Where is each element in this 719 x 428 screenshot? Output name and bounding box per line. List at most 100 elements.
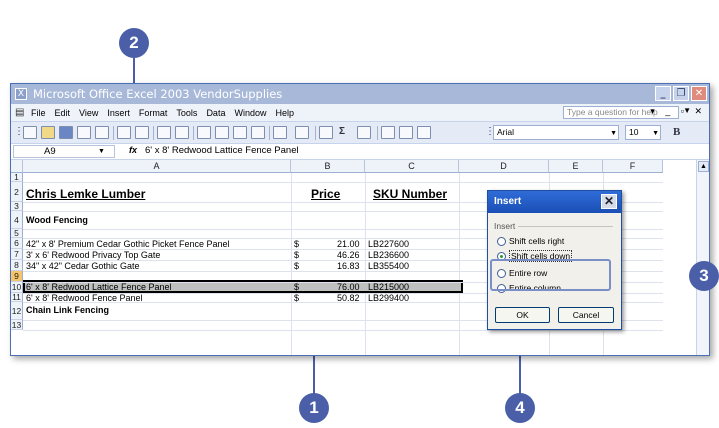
column-header-e[interactable]: E xyxy=(549,160,603,173)
save-icon[interactable] xyxy=(59,126,73,139)
close-button[interactable]: ✕ xyxy=(691,86,707,101)
column-header-b[interactable]: B xyxy=(291,160,365,173)
row-header[interactable]: 2 xyxy=(11,182,23,202)
scroll-up-icon[interactable]: ▲ xyxy=(698,161,709,172)
company-name-cell[interactable]: Chris Lemke Lumber xyxy=(26,187,145,201)
row-header[interactable]: 4 xyxy=(11,211,23,229)
toolbar-separator xyxy=(377,126,378,140)
product-cell[interactable]: 3' x 6' Redwood Privacy Top Gate xyxy=(26,250,160,260)
currency-cell[interactable]: $ xyxy=(294,282,299,292)
sku-cell[interactable]: LB236600 xyxy=(368,250,409,260)
paste-icon[interactable] xyxy=(233,126,247,139)
font-size-select[interactable]: 10 ▼ xyxy=(625,125,661,140)
menu-tools[interactable]: Tools xyxy=(176,108,197,118)
title-bar: X Microsoft Office Excel 2003 VendorSupp… xyxy=(11,84,709,104)
sku-cell[interactable]: LB215000 xyxy=(368,282,409,292)
price-cell[interactable]: 21.00 xyxy=(337,239,360,249)
menu-edit[interactable]: Edit xyxy=(55,108,71,118)
help-icon[interactable] xyxy=(417,126,431,139)
price-header-cell[interactable]: Price xyxy=(311,187,340,201)
print-preview-icon[interactable] xyxy=(135,126,149,139)
row-header-selected[interactable]: 9 xyxy=(11,271,23,282)
toolbar-separator xyxy=(153,126,154,140)
name-box[interactable]: A9 ▼ xyxy=(13,145,115,158)
menu-help[interactable]: Help xyxy=(275,108,294,118)
radio-icon[interactable] xyxy=(497,236,506,246)
row-header[interactable]: 12 xyxy=(11,302,23,320)
chart-wizard-icon[interactable] xyxy=(381,126,395,139)
chevron-down-icon[interactable]: ▼ xyxy=(610,127,617,140)
new-icon[interactable] xyxy=(23,126,37,139)
open-icon[interactable] xyxy=(41,126,55,139)
autosum-icon[interactable]: Σ xyxy=(339,126,345,137)
email-icon[interactable] xyxy=(95,126,109,139)
menu-format[interactable]: Format xyxy=(139,108,168,118)
sku-cell[interactable]: LB299400 xyxy=(368,293,409,303)
row-header[interactable]: 11 xyxy=(11,293,23,302)
sku-header-cell[interactable]: SKU Number xyxy=(373,187,447,201)
font-name-select[interactable]: Arial ▼ xyxy=(493,125,619,140)
insert-function-icon[interactable]: fx xyxy=(129,145,137,155)
row-header[interactable]: 8 xyxy=(11,260,23,271)
drawing-icon[interactable] xyxy=(399,126,413,139)
option-label: Shift cells right xyxy=(509,236,565,246)
currency-cell[interactable]: $ xyxy=(294,261,299,271)
price-cell[interactable]: 76.00 xyxy=(337,282,360,292)
product-cell[interactable]: 34" x 42" Cedar Gothic Gate xyxy=(26,261,139,271)
restore-button[interactable]: ❐ xyxy=(673,86,689,101)
research-icon[interactable] xyxy=(175,126,189,139)
workbook-controls[interactable]: ▾ _ ▫ ✕ xyxy=(650,106,706,117)
row-header[interactable]: 7 xyxy=(11,249,23,260)
price-cell[interactable]: 16.83 xyxy=(337,261,360,271)
column-header-d[interactable]: D xyxy=(459,160,549,173)
row-header[interactable]: 13 xyxy=(11,320,23,330)
row-header[interactable]: 3 xyxy=(11,202,23,211)
section-heading-cell[interactable]: Wood Fencing xyxy=(26,215,88,225)
product-cell-selected[interactable]: 6' x 8' Redwood Lattice Fence Panel xyxy=(26,282,172,292)
currency-cell[interactable]: $ xyxy=(294,250,299,260)
sku-cell[interactable]: LB355400 xyxy=(368,261,409,271)
standard-toolbar: ⋮ Σ ⋮ Arial ▼ 10 ▼ B xyxy=(11,122,709,144)
menu-window[interactable]: Window xyxy=(234,108,266,118)
vertical-scrollbar[interactable]: ▲ xyxy=(696,160,709,355)
price-cell[interactable]: 46.26 xyxy=(337,250,360,260)
sort-ascending-icon[interactable] xyxy=(357,126,371,139)
ok-button[interactable]: OK xyxy=(495,307,550,323)
dialog-close-button[interactable]: ✕ xyxy=(601,194,617,209)
currency-cell[interactable]: $ xyxy=(294,239,299,249)
price-cell[interactable]: 50.82 xyxy=(337,293,360,303)
section-heading-cell[interactable]: Chain Link Fencing xyxy=(26,305,109,315)
sku-cell[interactable]: LB227600 xyxy=(368,239,409,249)
print-icon[interactable] xyxy=(117,126,131,139)
row-header[interactable]: 5 xyxy=(11,229,23,238)
spelling-icon[interactable] xyxy=(157,126,171,139)
menu-file[interactable]: File xyxy=(31,108,46,118)
column-header-a[interactable]: A xyxy=(23,160,291,173)
shift-cells-right-option[interactable]: Shift cells right xyxy=(497,236,564,246)
currency-cell[interactable]: $ xyxy=(294,293,299,303)
hyperlink-icon[interactable] xyxy=(319,126,333,139)
row-header[interactable]: 1 xyxy=(11,173,23,182)
cancel-button[interactable]: Cancel xyxy=(558,307,614,323)
permission-icon[interactable] xyxy=(77,126,91,139)
undo-icon[interactable] xyxy=(273,126,287,139)
column-header-f[interactable]: F xyxy=(603,160,663,173)
product-cell[interactable]: 6' x 8' Redwood Fence Panel xyxy=(26,293,143,303)
copy-icon[interactable] xyxy=(215,126,229,139)
menu-insert[interactable]: Insert xyxy=(107,108,130,118)
product-cell[interactable]: 42" x 8' Premium Cedar Gothic Picket Fen… xyxy=(26,239,230,249)
menu-view[interactable]: View xyxy=(79,108,98,118)
chevron-down-icon[interactable]: ▼ xyxy=(98,146,105,157)
redo-icon[interactable] xyxy=(295,126,309,139)
callout-2: 2 xyxy=(119,28,149,58)
bold-button[interactable]: B xyxy=(673,126,680,138)
formula-input[interactable]: 6' x 8' Redwood Lattice Fence Panel xyxy=(145,145,299,156)
callout-1: 1 xyxy=(299,393,329,423)
format-painter-icon[interactable] xyxy=(251,126,265,139)
menu-data[interactable]: Data xyxy=(206,108,225,118)
column-header-c[interactable]: C xyxy=(365,160,459,173)
row-header[interactable]: 6 xyxy=(11,238,23,249)
cut-icon[interactable] xyxy=(197,126,211,139)
minimize-button[interactable]: _ xyxy=(655,86,671,101)
chevron-down-icon[interactable]: ▼ xyxy=(652,127,659,140)
